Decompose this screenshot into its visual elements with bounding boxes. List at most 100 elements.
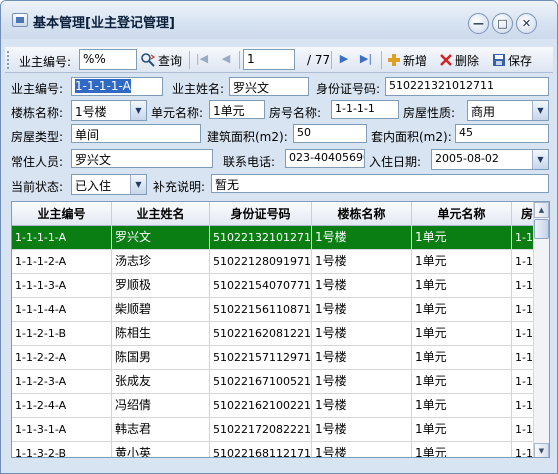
status-select[interactable]: 已入住 ▼	[71, 174, 147, 195]
building-select[interactable]: 1号楼 ▼	[71, 100, 147, 121]
scroll-down-icon[interactable]: ▼	[534, 443, 549, 457]
cell-id-number[interactable]: 510221280919712	[210, 250, 312, 274]
remark-field[interactable]: 暂无	[211, 174, 549, 193]
cell-building[interactable]: 1号楼	[312, 226, 412, 250]
cell-owner-no[interactable]: 1-1-1-3-A	[12, 274, 112, 298]
cell-owner-name[interactable]: 黄小英	[112, 442, 210, 457]
cell-building[interactable]: 1号楼	[312, 298, 412, 322]
room-field[interactable]: 1-1-1-1	[331, 100, 399, 119]
record-position-input[interactable]: 1	[243, 49, 295, 70]
cell-id-number[interactable]: 510221321012711	[210, 226, 312, 250]
build-area-field[interactable]: 50	[293, 124, 367, 143]
toolbar-grip[interactable]	[7, 51, 10, 69]
cell-room[interactable]: 1-1	[512, 322, 534, 346]
cell-id-number[interactable]: 510221681121712	[210, 442, 312, 457]
cell-unit[interactable]: 1单元	[412, 442, 512, 457]
delete-button[interactable]: 删除	[439, 51, 479, 69]
minimize-button[interactable]: —	[468, 13, 489, 34]
table-row[interactable]: 1-1-3-2-B 黄小英 510221681121712 1号楼 1单元 1-1	[12, 442, 534, 457]
cell-id-number[interactable]: 510221621002212	[210, 394, 312, 418]
cell-room[interactable]: 1-1	[512, 418, 534, 442]
cell-owner-no[interactable]: 1-1-1-1-A	[12, 226, 112, 250]
cell-unit[interactable]: 1单元	[412, 418, 512, 442]
column-header-id-number[interactable]: 身份证号码	[210, 202, 312, 226]
cell-room[interactable]: 1-1	[512, 370, 534, 394]
cell-owner-name[interactable]: 罗兴文	[112, 226, 210, 250]
cell-id-number[interactable]: 510221720822212	[210, 418, 312, 442]
prev-record-icon[interactable]: ◀	[219, 52, 233, 66]
cell-room[interactable]: 1-1	[512, 274, 534, 298]
calendar-dropdown-icon[interactable]: ▼	[532, 150, 548, 169]
cell-building[interactable]: 1号楼	[312, 250, 412, 274]
table-row[interactable]: 1-1-2-2-A 陈国男 510221571129711 1号楼 1单元 1-1	[12, 346, 534, 370]
resident-field[interactable]: 罗兴文	[71, 149, 213, 168]
house-nature-select[interactable]: 商用 ▼	[467, 100, 549, 121]
title-bar[interactable]: 基本管理[业主登记管理] — □ ✕	[1, 1, 557, 39]
scroll-thumb[interactable]	[534, 219, 549, 239]
add-button[interactable]: 新增	[387, 51, 427, 69]
search-input[interactable]: %%	[79, 49, 137, 70]
column-header-unit[interactable]: 单元名称	[412, 202, 512, 226]
cell-owner-name[interactable]: 罗顺极	[112, 274, 210, 298]
query-button[interactable]: 查询	[140, 51, 182, 69]
cell-unit[interactable]: 1单元	[412, 346, 512, 370]
cell-building[interactable]: 1号楼	[312, 322, 412, 346]
cell-building[interactable]: 1号楼	[312, 274, 412, 298]
inner-area-field[interactable]: 45	[455, 124, 549, 143]
cell-unit[interactable]: 1单元	[412, 226, 512, 250]
chevron-down-icon[interactable]: ▼	[130, 101, 146, 120]
cell-id-number[interactable]: 510221561108712	[210, 298, 312, 322]
table-row[interactable]: 1-1-1-1-A 罗兴文 510221321012711 1号楼 1单元 1-1	[12, 226, 534, 250]
house-type-field[interactable]: 单间	[71, 124, 201, 143]
last-record-icon[interactable]: ▶|	[359, 52, 373, 66]
cell-building[interactable]: 1号楼	[312, 394, 412, 418]
phone-field[interactable]: 023-40405690	[285, 149, 365, 168]
cell-room[interactable]: 1-1	[512, 394, 534, 418]
cell-unit[interactable]: 1单元	[412, 322, 512, 346]
column-header-owner-name[interactable]: 业主姓名	[112, 202, 210, 226]
table-row[interactable]: 1-1-1-4-A 柴顺碧 510221561108712 1号楼 1单元 1-1	[12, 298, 534, 322]
cell-owner-no[interactable]: 1-1-3-2-B	[12, 442, 112, 457]
close-button[interactable]: ✕	[516, 13, 537, 34]
cell-owner-no[interactable]: 1-1-1-4-A	[12, 298, 112, 322]
next-record-icon[interactable]: ▶	[337, 52, 351, 66]
cell-room[interactable]: 1-1	[512, 226, 534, 250]
cell-unit[interactable]: 1单元	[412, 250, 512, 274]
cell-room[interactable]: 1-1	[512, 442, 534, 457]
table-row[interactable]: 1-1-2-1-B 陈相生 510221620812211 1号楼 1单元 1-1	[12, 322, 534, 346]
cell-id-number[interactable]: 510221571129711	[210, 346, 312, 370]
cell-building[interactable]: 1号楼	[312, 370, 412, 394]
column-header-building[interactable]: 楼栋名称	[312, 202, 412, 226]
cell-building[interactable]: 1号楼	[312, 442, 412, 457]
cell-owner-name[interactable]: 张成友	[112, 370, 210, 394]
cell-owner-no[interactable]: 1-1-1-2-A	[12, 250, 112, 274]
cell-room[interactable]: 1-1	[512, 346, 534, 370]
cell-building[interactable]: 1号楼	[312, 418, 412, 442]
table-row[interactable]: 1-1-3-1-A 韩志君 510221720822212 1号楼 1单元 1-1	[12, 418, 534, 442]
first-record-icon[interactable]: |◀	[195, 52, 209, 66]
owner-no-field[interactable]: 1-1-1-1-A	[71, 77, 163, 96]
id-number-field[interactable]: 510221321012711	[385, 77, 549, 96]
vertical-scrollbar[interactable]: ▲ ▼	[533, 202, 549, 457]
cell-id-number[interactable]: 510221671005211	[210, 370, 312, 394]
owner-name-field[interactable]: 罗兴文	[229, 77, 309, 96]
cell-owner-name[interactable]: 陈相生	[112, 322, 210, 346]
chevron-down-icon[interactable]: ▼	[532, 101, 548, 120]
cell-owner-no[interactable]: 1-1-3-1-A	[12, 418, 112, 442]
cell-unit[interactable]: 1单元	[412, 274, 512, 298]
cell-owner-no[interactable]: 1-1-2-4-A	[12, 394, 112, 418]
cell-owner-name[interactable]: 韩志君	[112, 418, 210, 442]
owner-grid[interactable]: 业主编号 业主姓名 身份证号码 楼栋名称 单元名称 房 1-1-1-1-A 罗兴文…	[11, 201, 550, 458]
cell-owner-no[interactable]: 1-1-2-2-A	[12, 346, 112, 370]
table-row[interactable]: 1-1-1-2-A 汤志珍 510221280919712 1号楼 1单元 1-1	[12, 250, 534, 274]
cell-owner-name[interactable]: 陈国男	[112, 346, 210, 370]
cell-owner-name[interactable]: 冯绍倩	[112, 394, 210, 418]
scroll-up-icon[interactable]: ▲	[534, 202, 549, 218]
cell-owner-name[interactable]: 汤志珍	[112, 250, 210, 274]
cell-id-number[interactable]: 510221540707711	[210, 274, 312, 298]
cell-room[interactable]: 1-1	[512, 298, 534, 322]
cell-owner-no[interactable]: 1-1-2-3-A	[12, 370, 112, 394]
cell-id-number[interactable]: 510221620812211	[210, 322, 312, 346]
cell-building[interactable]: 1号楼	[312, 346, 412, 370]
maximize-button[interactable]: □	[492, 13, 513, 34]
